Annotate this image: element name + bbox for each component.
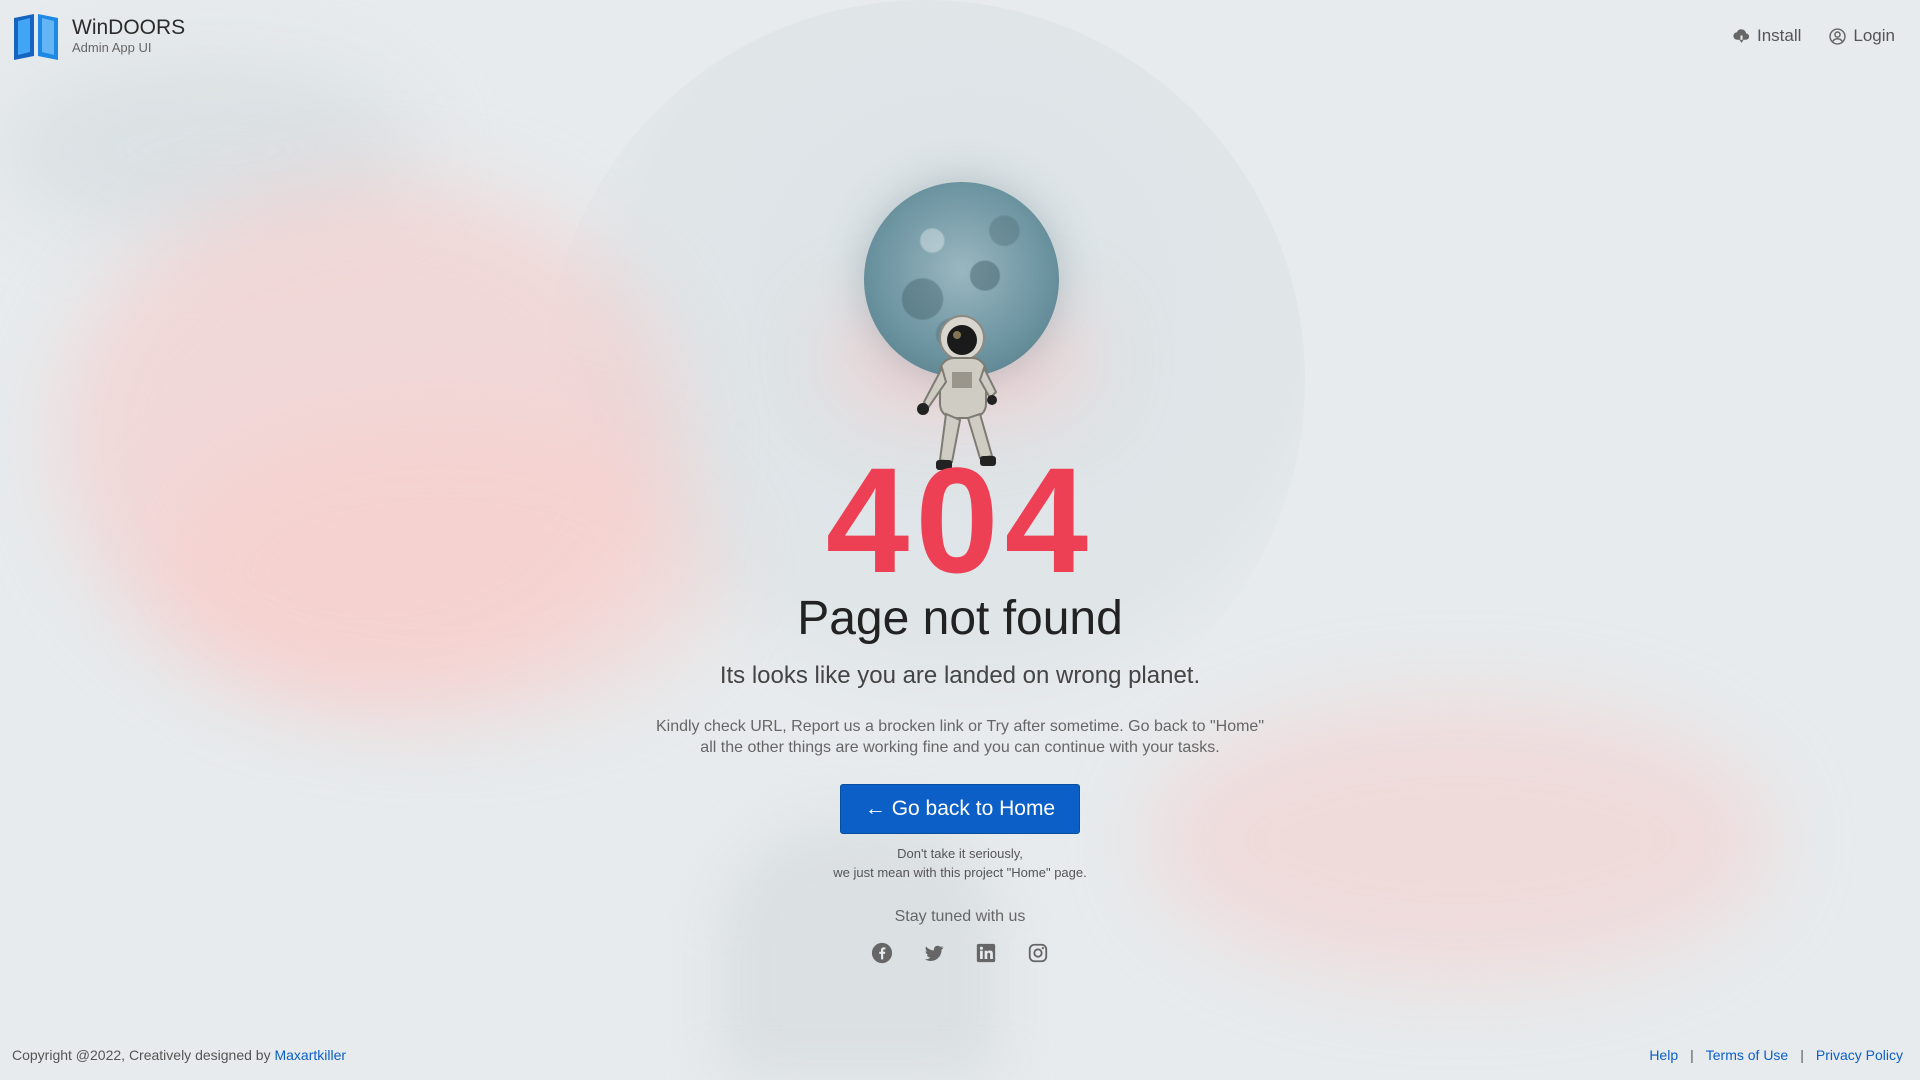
brand[interactable]: WinDOORS Admin App UI [12, 12, 185, 60]
instagram-icon[interactable] [1027, 942, 1049, 964]
twitter-icon[interactable] [923, 942, 945, 964]
error-content: 404 Page not found Its looks like you ar… [0, 170, 1920, 964]
moon-illustration [800, 170, 1120, 470]
note-line: we just mean with this project "Home" pa… [833, 865, 1087, 880]
top-nav: Install Login [1733, 26, 1895, 46]
error-description: Kindly check URL, Report us a brocken li… [655, 718, 1265, 756]
login-label: Login [1853, 26, 1895, 45]
page-subtitle: Its looks like you are landed on wrong p… [719, 662, 1201, 689]
help-link[interactable]: Help [1649, 1047, 1678, 1063]
brand-subtitle: Admin App UI [72, 40, 152, 55]
cloud-download-icon [1733, 28, 1750, 43]
user-circle-icon [1829, 27, 1847, 45]
brand-name: WinDOORS [72, 16, 186, 39]
header: WinDOORS Admin App UI Install Login [0, 0, 1920, 75]
book-logo-icon [12, 12, 60, 60]
stay-tuned-text: Stay tuned with us [894, 908, 1026, 925]
copyright: Copyright @2022, Creatively designed by … [12, 1047, 346, 1063]
terms-link[interactable]: Terms of Use [1706, 1047, 1788, 1063]
privacy-link[interactable]: Privacy Policy [1816, 1047, 1903, 1063]
linkedin-icon[interactable] [975, 942, 997, 964]
go-home-button[interactable]: ← Go back to Home [839, 784, 1081, 834]
designer-link[interactable]: Maxartkiller [274, 1047, 346, 1063]
install-label: Install [1756, 26, 1802, 45]
login-button[interactable]: Login [1829, 26, 1895, 46]
note: Don't take it seriously, we just mean wi… [0, 844, 1920, 882]
footer-separator: | [1800, 1047, 1804, 1063]
copyright-text: Copyright @2022, Creatively designed by [12, 1047, 271, 1063]
facebook-icon[interactable] [871, 942, 893, 964]
footer-links: Help | Terms of Use | Privacy Policy [1649, 1047, 1903, 1063]
error-code: 404 [825, 436, 1095, 604]
install-button[interactable]: Install [1733, 26, 1801, 46]
social-links [0, 942, 1920, 964]
note-line: Don't take it seriously, [897, 846, 1023, 861]
footer-separator: | [1690, 1047, 1694, 1063]
